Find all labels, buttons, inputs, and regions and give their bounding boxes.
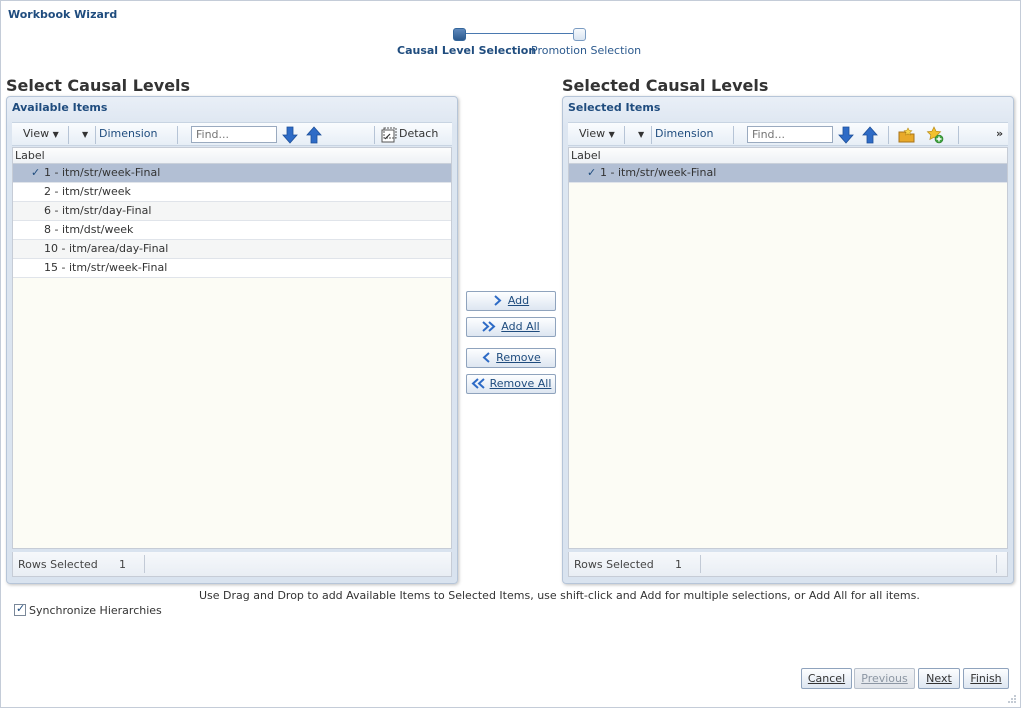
view-caret-icon: ▼ xyxy=(608,130,615,139)
train-label-causal-level[interactable]: Causal Level Selection xyxy=(397,44,536,57)
train-connector xyxy=(464,33,574,34)
rows-selected-count: 1 xyxy=(119,558,126,571)
toolbar-separator xyxy=(68,126,69,144)
synchronize-hierarchies[interactable]: ✓ Synchronize Hierarchies xyxy=(14,602,162,617)
row-label: 10 - itm/area/day-Final xyxy=(44,242,169,255)
chevron-left-icon xyxy=(482,352,490,363)
move-up-icon[interactable] xyxy=(306,126,322,144)
toolbar-separator xyxy=(888,126,889,144)
right-toolbar: View ▼ ▼ Dimension » xyxy=(568,122,1008,146)
rows-selected-label: Rows Selected xyxy=(18,558,98,571)
row-label: 2 - itm/str/week xyxy=(44,185,131,198)
sync-checkbox[interactable]: ✓ xyxy=(14,602,26,616)
table-row[interactable]: 10 - itm/area/day-Final xyxy=(13,240,451,259)
column-header-label[interactable]: Label xyxy=(13,148,451,164)
left-status-bar: Rows Selected 1 xyxy=(12,552,452,577)
toolbar-separator xyxy=(651,126,652,144)
available-items-header: Available Items xyxy=(12,101,108,114)
open-folder-star-icon[interactable] xyxy=(898,127,916,143)
move-down-icon[interactable] xyxy=(838,126,854,144)
toolbar-separator xyxy=(374,126,375,144)
table-row[interactable]: 15 - itm/str/week-Final xyxy=(13,259,451,278)
row-label: 1 - itm/str/week-Final xyxy=(44,166,161,179)
move-up-icon[interactable] xyxy=(862,126,878,144)
check-icon: ✓ xyxy=(31,166,41,179)
toolbar-separator xyxy=(958,126,959,144)
detach-button[interactable]: Detach xyxy=(399,127,438,140)
dimension-menu[interactable]: Dimension xyxy=(99,127,157,140)
available-items-panel: Available Items View ▼ ▼ Dimension Detac… xyxy=(6,96,458,584)
left-section-title: Select Causal Levels xyxy=(6,76,191,95)
checkmark-icon: ✓ xyxy=(16,602,26,615)
find-input[interactable] xyxy=(747,126,833,143)
status-separator xyxy=(144,555,145,573)
previous-button[interactable]: Previous xyxy=(854,668,915,689)
remove-button[interactable]: Remove xyxy=(466,348,556,368)
view-caret-icon: ▼ xyxy=(52,130,59,139)
row-label: 15 - itm/str/week-Final xyxy=(44,261,168,274)
view-menu[interactable]: View ▼ xyxy=(23,127,59,140)
check-icon: ✓ xyxy=(587,166,597,179)
selected-items-table: Label ✓ 1 - itm/str/week-Final xyxy=(568,147,1008,549)
table-row[interactable]: ✓ 1 - itm/str/week-Final xyxy=(569,164,1007,183)
sync-label[interactable]: Synchronize Hierarchies xyxy=(29,604,162,617)
wizard-title: Workbook Wizard xyxy=(8,8,118,21)
status-separator xyxy=(996,555,997,573)
finish-button[interactable]: Finish xyxy=(963,668,1009,689)
remove-all-button[interactable]: Remove All xyxy=(466,374,556,394)
status-separator xyxy=(700,555,701,573)
train-stop-causal-level[interactable] xyxy=(453,28,466,41)
dimension-menu[interactable]: Dimension xyxy=(655,127,713,140)
selected-items-header: Selected Items xyxy=(568,101,661,114)
add-button[interactable]: Add xyxy=(466,291,556,311)
add-favorite-star-icon[interactable] xyxy=(926,126,944,144)
right-section-title: Selected Causal Levels xyxy=(562,76,769,95)
table-row[interactable]: 6 - itm/str/day-Final xyxy=(13,202,451,221)
right-status-bar: Rows Selected 1 xyxy=(568,552,1008,577)
left-toolbar: View ▼ ▼ Dimension Detach xyxy=(12,122,452,146)
toolbar-separator xyxy=(624,126,625,144)
toolbar-separator xyxy=(95,126,96,144)
double-chevron-left-icon xyxy=(471,378,485,389)
next-button[interactable]: Next xyxy=(918,668,960,689)
rows-selected-count: 1 xyxy=(675,558,682,571)
detach-icon[interactable] xyxy=(381,127,397,143)
view-menu[interactable]: View ▼ xyxy=(579,127,615,140)
resize-grip-icon[interactable] xyxy=(1007,694,1017,704)
dimension-dropdown-icon[interactable]: ▼ xyxy=(638,127,644,140)
selected-items-panel: Selected Items View ▼ ▼ Dimension Find..… xyxy=(562,96,1014,584)
toolbar-separator xyxy=(733,126,734,144)
dimension-dropdown-icon[interactable]: ▼ xyxy=(82,127,88,140)
move-down-icon[interactable] xyxy=(282,126,298,144)
wizard-window: Workbook Wizard Causal Level Selection P… xyxy=(0,0,1021,708)
row-label: 8 - itm/dst/week xyxy=(44,223,134,236)
train-label-promotion[interactable]: Promotion Selection xyxy=(531,44,641,57)
table-row[interactable]: 2 - itm/str/week xyxy=(13,183,451,202)
available-items-table: Label ✓ 1 - itm/str/week-Final 2 - itm/s… xyxy=(12,147,452,549)
row-label: 1 - itm/str/week-Final xyxy=(600,166,717,179)
train-stop-promotion[interactable] xyxy=(573,28,586,41)
toolbar-separator xyxy=(177,126,178,144)
row-label: 6 - itm/str/day-Final xyxy=(44,204,152,217)
column-header-label[interactable]: Label xyxy=(569,148,1007,164)
cancel-button[interactable]: Cancel xyxy=(801,668,852,689)
table-row[interactable]: ✓ 1 - itm/str/week-Final xyxy=(13,164,451,183)
find-input[interactable] xyxy=(191,126,277,143)
add-all-button[interactable]: Add All xyxy=(466,317,556,337)
chevron-right-icon xyxy=(494,295,502,306)
rows-selected-label: Rows Selected xyxy=(574,558,654,571)
double-chevron-right-icon xyxy=(482,321,496,332)
instructions-text: Use Drag and Drop to add Available Items… xyxy=(199,589,920,602)
overflow-menu-icon[interactable]: » xyxy=(996,127,1003,140)
table-row[interactable]: 8 - itm/dst/week xyxy=(13,221,451,240)
